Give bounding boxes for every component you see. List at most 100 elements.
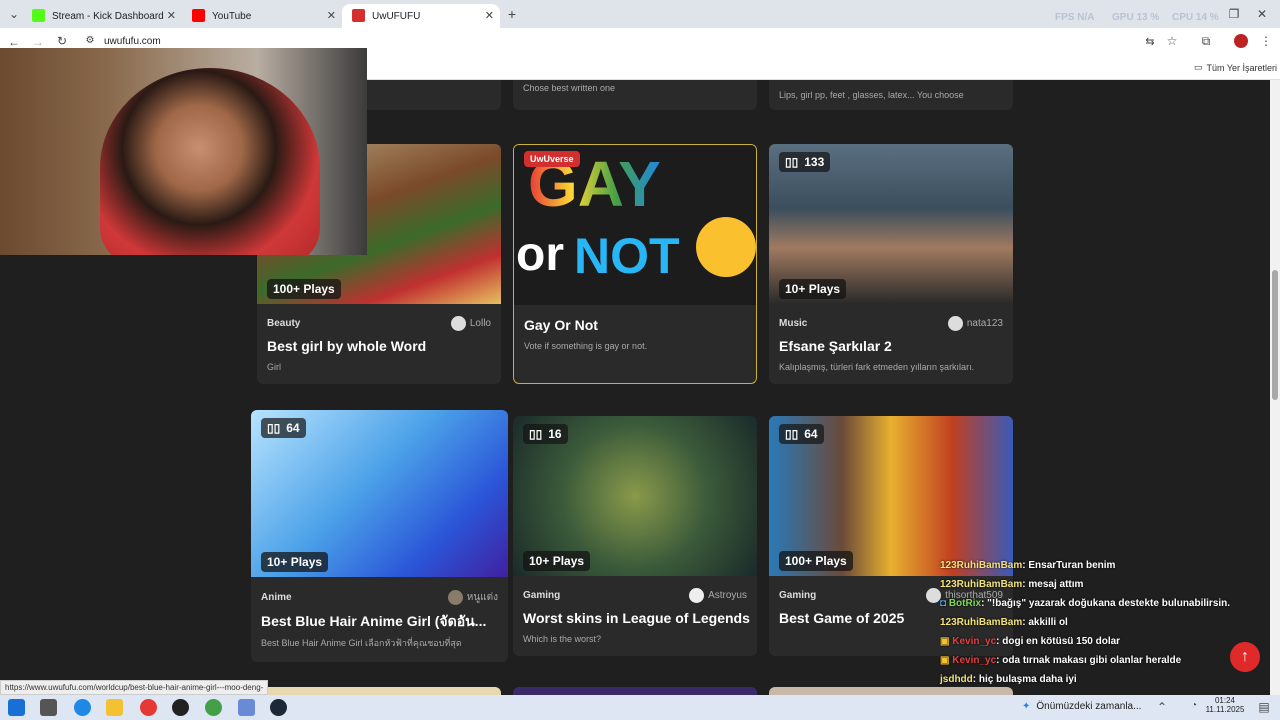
author[interactable]: Astroyus [689, 588, 747, 603]
card-title: Best girl by whole Word [267, 338, 427, 354]
folder-icon: ▭ [1194, 62, 1203, 72]
item-count: ▯▯ 16 [523, 424, 568, 444]
restore-window-icon[interactable]: ❐ [1226, 7, 1242, 21]
windows-start-icon[interactable] [8, 699, 25, 716]
item-count: ▯▯ 133 [779, 152, 831, 172]
category-label: Music [779, 318, 808, 329]
image-text: NOT [574, 228, 680, 284]
youtube-favicon-icon [192, 9, 205, 22]
plays-badge: 10+ Plays [523, 551, 591, 571]
subscriber-badge-icon: ▣ [940, 636, 950, 647]
back-arrow-icon[interactable]: ← [6, 35, 22, 49]
notifications-icon[interactable]: ▤ [1256, 700, 1272, 714]
obs-icon[interactable] [172, 699, 189, 716]
card-title: Best Blue Hair Anime Girl (จัดอัน... [261, 613, 487, 629]
fps-stat: FPS N/A [1055, 12, 1095, 23]
card-title: Efsane Şarkılar 2 [779, 338, 892, 354]
star-bookmark-icon[interactable]: ☆ [1164, 34, 1180, 48]
chrome-icon[interactable] [140, 699, 157, 716]
tab-uwufufu[interactable]: UwUFUFU ✕ [342, 4, 500, 28]
author[interactable]: nata123 [947, 316, 1003, 331]
image-text: or [516, 228, 564, 281]
item-count: ▯▯ 64 [779, 424, 824, 444]
card-efsane-sarkilar[interactable]: ▯▯ 133 10+ Plays Music nata123 Efsane Şar… [769, 144, 1013, 384]
user-avatar-icon [450, 316, 466, 331]
clock[interactable]: 01:24 11.11.2025 [1204, 696, 1246, 714]
card-worst-lol-skins[interactable]: ▯▯ 16 10+ Plays Gaming Astroyus Worst ski… [513, 416, 757, 656]
plays-badge: 10+ Plays [261, 552, 329, 572]
windows-taskbar: ✦ Önümüzdeki zamanla... ⌃ ◔ 01:24 11.11.… [0, 695, 1280, 720]
gpu-stat: GPU 13 % [1112, 12, 1160, 23]
weather-widget[interactable]: ✦ Önümüzdeki zamanla... [1022, 701, 1141, 712]
card-bottom-2[interactable] [513, 687, 757, 695]
card-desc: Kalıplaşmış, türleri fark etmeden yıllar… [779, 362, 975, 372]
category-label: Gaming [523, 590, 561, 601]
extensions-icon[interactable]: ⧉ [1198, 34, 1214, 49]
card-blue-hair-anime[interactable]: ▯▯ 64 10+ Plays Anime หนูแต่ง Best Blue H… [251, 410, 508, 662]
user-avatar-icon [926, 588, 942, 603]
tab-search-icon[interactable]: ⌄ [6, 7, 22, 21]
card-bottom-3[interactable] [769, 687, 1013, 695]
chrome-profile-icon[interactable] [205, 699, 222, 716]
all-bookmarks-folder[interactable]: ▭ Tüm Yer İşaretleri [1194, 62, 1277, 73]
chat-message: ▣ Kevin_yc: dogi en kötüsü 150 dolar [940, 636, 1121, 647]
chat-message: 123RuhiBamBam: akkilli ol [940, 617, 1068, 628]
author[interactable]: Lollo [450, 316, 491, 331]
chat-message: 123RuhiBamBam: mesaj attım [940, 579, 1084, 590]
card-bottom-1[interactable] [257, 687, 501, 695]
scrollbar-thumb[interactable] [1272, 270, 1278, 400]
card-top-2[interactable]: Chose best written one [513, 80, 757, 110]
file-explorer-icon[interactable] [106, 699, 123, 716]
tray-chevron-icon[interactable]: ⌃ [1154, 700, 1170, 714]
card-desc: Best Blue Hair Anime Girl เลือกหัวฟ้าที่… [261, 638, 462, 648]
close-icon[interactable]: ✕ [327, 9, 336, 22]
close-icon[interactable]: ✕ [167, 9, 176, 22]
network-icon[interactable]: ◔ [1186, 700, 1202, 711]
weather-icon: ✦ [1022, 701, 1031, 712]
cards-stack-icon: ▯▯ [529, 427, 543, 441]
site-info-icon[interactable]: ⚙ [82, 35, 98, 46]
uwufufu-favicon-icon [352, 9, 365, 22]
chat-message: ◘ BotRix: "!bağış" yazarak doğukana dest… [940, 598, 1231, 609]
plays-badge: 100+ Plays [267, 279, 341, 299]
cards-stack-icon: ▯▯ [785, 155, 799, 169]
url-field[interactable]: uwufufu.com [104, 36, 161, 47]
browser-tab-bar: ⌄ Stream - Kick Dashboard ✕ YouTube ✕ Uw… [0, 0, 1280, 28]
user-avatar-icon [689, 588, 705, 603]
reload-icon[interactable]: ↻ [54, 34, 70, 48]
profile-avatar-icon[interactable] [1234, 34, 1248, 48]
card-gay-or-not[interactable]: GAY or NOT UwUverse Gay Or Not Vote if s… [513, 144, 757, 384]
cpu-stat: CPU 14 % [1172, 12, 1219, 23]
category-label: Anime [261, 592, 292, 603]
close-window-icon[interactable]: ✕ [1254, 7, 1270, 21]
edge-icon[interactable] [74, 699, 91, 716]
plays-badge: 10+ Plays [779, 279, 847, 299]
scroll-to-top-button[interactable]: ↑ [1230, 642, 1260, 672]
category-label: Gaming [779, 590, 817, 601]
menu-dots-icon[interactable]: ⋮ [1258, 34, 1274, 48]
close-icon[interactable]: ✕ [485, 9, 494, 22]
kick-favicon-icon [32, 9, 45, 22]
user-avatar-icon [947, 316, 963, 331]
task-view-icon[interactable] [40, 699, 57, 716]
streamer-figure [100, 68, 320, 255]
new-tab-button[interactable]: + [504, 6, 520, 22]
tab-youtube[interactable]: YouTube ✕ [182, 4, 342, 28]
item-count: ▯▯ 64 [261, 418, 306, 438]
chat-message: jsdhdd: hiç bulaşma daha iyi [940, 674, 1077, 685]
webcam-overlay [0, 48, 367, 255]
translate-icon[interactable]: ⇆ [1142, 35, 1158, 48]
author[interactable]: หนูแต่ง [447, 590, 498, 605]
tab-kick-dashboard[interactable]: Stream - Kick Dashboard ✕ [22, 4, 182, 28]
card-top-3[interactable]: Lips, girl pp, feet , glasses, latex... … [769, 80, 1013, 110]
user-avatar-icon [447, 590, 463, 605]
forward-arrow-icon[interactable]: → [30, 35, 46, 49]
link-status-url: https://www.uwufufu.com/worldcup/best-bl… [0, 680, 269, 695]
settings-app-icon[interactable] [238, 699, 255, 716]
chat-message: ▣ Kevin_yc: oda tırnak makası gibi olanl… [940, 655, 1182, 666]
bot-badge-icon: ◘ [940, 598, 947, 609]
page-scrollbar[interactable] [1270, 80, 1280, 695]
tab-title: YouTube [212, 10, 252, 22]
clock-date: 11.11.2025 [1205, 705, 1245, 714]
steam-icon[interactable] [270, 699, 287, 716]
